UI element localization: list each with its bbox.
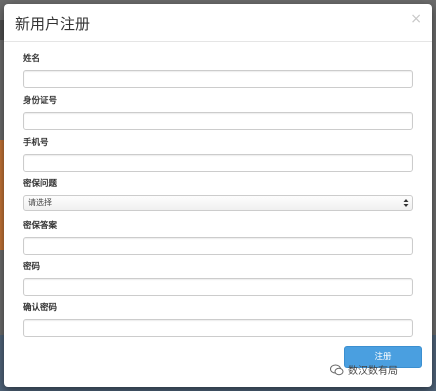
form-group-name: 姓名	[23, 53, 413, 88]
modal-header: 新用户注册 ×	[4, 4, 432, 42]
security-question-selected: 请选择	[28, 198, 52, 207]
id-number-label: 身份证号	[23, 96, 58, 106]
watermark: 数汉数有局	[330, 362, 398, 377]
wechat-logo-icon	[330, 364, 344, 375]
name-input[interactable]	[23, 70, 413, 88]
watermark-text: 数汉数有局	[348, 366, 398, 377]
security-question-label: 密保问题	[23, 179, 58, 189]
form-group-id-number: 身份证号	[23, 95, 413, 130]
id-number-input[interactable]	[23, 112, 413, 130]
security-answer-label: 密保答案	[23, 221, 58, 231]
confirm-password-input[interactable]	[23, 319, 413, 337]
registration-modal: 新用户注册 × 姓名 身份证号 手机号 密保问题 请选择 密保答案 密码 确认密…	[4, 4, 432, 387]
security-question-select[interactable]: 请选择	[23, 195, 413, 211]
password-input[interactable]	[23, 278, 413, 296]
form-group-confirm-password: 确认密码	[23, 302, 413, 337]
form-group-phone: 手机号	[23, 137, 413, 172]
form-group-password: 密码	[23, 261, 413, 296]
close-icon[interactable]: ×	[410, 12, 422, 26]
phone-input[interactable]	[23, 154, 413, 172]
phone-label: 手机号	[23, 138, 49, 148]
confirm-password-label: 确认密码	[23, 303, 58, 313]
name-label: 姓名	[23, 54, 41, 64]
form-group-security-question: 密保问题 请选择	[23, 178, 413, 211]
password-label: 密码	[23, 262, 41, 272]
security-answer-input[interactable]	[23, 237, 413, 255]
form-group-security-answer: 密保答案	[23, 220, 413, 255]
select-arrows-icon	[403, 199, 409, 207]
modal-title: 新用户注册	[15, 15, 91, 33]
